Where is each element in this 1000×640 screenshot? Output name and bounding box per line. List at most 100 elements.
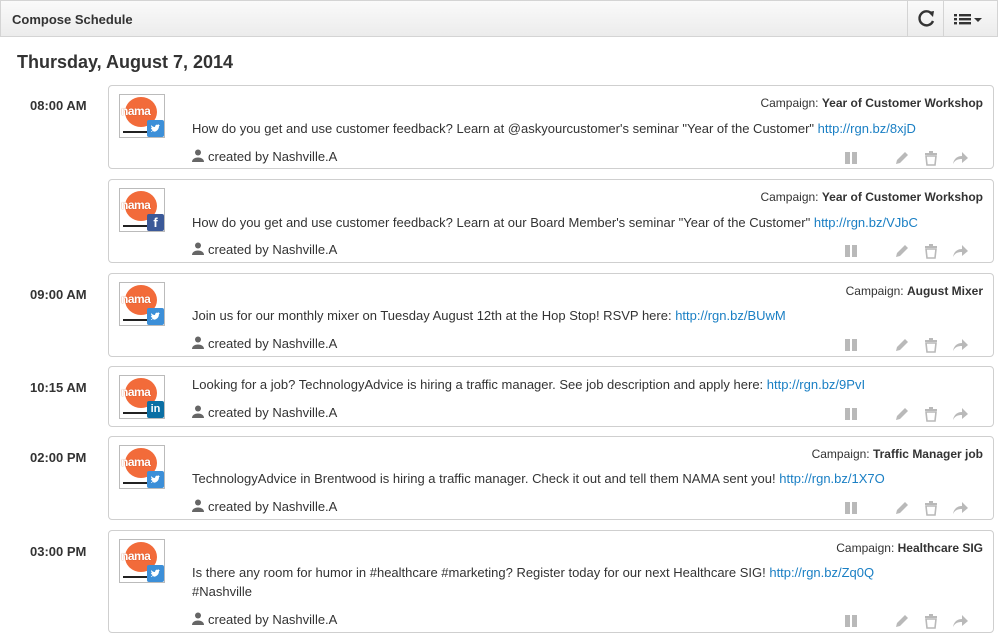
twitter-icon — [147, 120, 164, 137]
post-message: Join us for our monthly mixer on Tuesday… — [192, 308, 786, 323]
pause-icon[interactable] — [843, 499, 861, 517]
campaign-label: Campaign: Year of Customer Workshop — [760, 190, 983, 204]
person-icon — [192, 336, 204, 349]
pencil-icon[interactable] — [893, 149, 911, 167]
post-link[interactable]: http://rgn.bz/Zq0Q — [769, 565, 874, 580]
post-actions — [843, 612, 993, 632]
refresh-icon — [918, 10, 935, 27]
facebook-icon: f — [147, 214, 164, 231]
post-creator: created by Nashville.A — [192, 499, 337, 514]
post-creator: created by Nashville.A — [192, 336, 337, 351]
list-menu-icon — [954, 14, 971, 25]
post-link[interactable]: http://rgn.bz/8xjD — [818, 121, 916, 136]
pause-icon[interactable] — [843, 149, 861, 167]
trash-icon[interactable] — [922, 149, 940, 167]
campaign-label: Campaign: Healthcare SIG — [836, 541, 983, 555]
time-slot: 02:00 PM — [30, 450, 87, 465]
post-message: How do you get and use customer feedback… — [192, 215, 918, 230]
post-actions — [843, 405, 993, 425]
post-link[interactable]: http://rgn.bz/BUwM — [675, 308, 786, 323]
campaign-name: Traffic Manager job — [872, 447, 983, 461]
share-icon[interactable] — [951, 499, 969, 517]
campaign-label: Campaign: August Mixer — [845, 284, 983, 298]
trash-icon[interactable] — [922, 499, 940, 517]
time-slot: 08:00 AM — [30, 98, 87, 113]
trash-icon[interactable] — [922, 242, 940, 260]
post-message: How do you get and use customer feedback… — [192, 121, 916, 136]
caret-down-icon — [974, 18, 982, 22]
post-actions — [843, 499, 993, 519]
person-icon — [192, 149, 204, 162]
post-creator: created by Nashville.A — [192, 149, 337, 164]
account-avatar: nama f — [119, 188, 165, 232]
scheduled-post-card[interactable]: nama Campaign: Year of Customer Workshop… — [108, 85, 994, 169]
view-options-button[interactable] — [943, 1, 999, 37]
trash-icon[interactable] — [922, 612, 940, 630]
share-icon[interactable] — [951, 149, 969, 167]
avatar-logo-text: nama — [121, 455, 151, 469]
post-link[interactable]: http://rgn.bz/1X7O — [779, 471, 885, 486]
avatar-logo-text: nama — [121, 385, 151, 399]
trash-icon[interactable] — [922, 336, 940, 354]
post-link[interactable]: http://rgn.bz/9PvI — [767, 377, 865, 392]
scheduled-post-card[interactable]: nama in Looking for a job? TechnologyAdv… — [108, 366, 994, 427]
pencil-icon[interactable] — [893, 499, 911, 517]
linkedin-icon: in — [147, 401, 164, 418]
person-icon — [192, 405, 204, 418]
time-slot: 10:15 AM — [30, 380, 87, 395]
share-icon[interactable] — [951, 405, 969, 423]
post-actions — [843, 242, 993, 262]
twitter-icon — [147, 308, 164, 325]
pause-icon[interactable] — [843, 336, 861, 354]
pause-icon[interactable] — [843, 242, 861, 260]
share-icon[interactable] — [951, 242, 969, 260]
time-slot: 09:00 AM — [30, 287, 87, 302]
post-message: Looking for a job? TechnologyAdvice is h… — [192, 377, 866, 392]
account-avatar: nama — [119, 94, 165, 138]
campaign-name: Year of Customer Workshop — [821, 190, 983, 204]
campaign-name: Healthcare SIG — [897, 541, 983, 555]
avatar-logo-text: nama — [121, 104, 151, 118]
time-slot: 03:00 PM — [30, 544, 87, 559]
scheduled-post-card[interactable]: nama Campaign: Traffic Manager job Techn… — [108, 436, 994, 520]
share-icon[interactable] — [951, 612, 969, 630]
post-creator: created by Nashville.A — [192, 242, 337, 257]
pencil-icon[interactable] — [893, 242, 911, 260]
share-icon[interactable] — [951, 336, 969, 354]
person-icon — [192, 612, 204, 625]
account-avatar: nama in — [119, 375, 165, 419]
account-avatar: nama — [119, 282, 165, 326]
pause-icon[interactable] — [843, 612, 861, 630]
post-link[interactable]: http://rgn.bz/VJbC — [814, 215, 918, 230]
avatar-logo-text: nama — [121, 292, 151, 306]
account-avatar: nama — [119, 445, 165, 489]
post-message: TechnologyAdvice in Brentwood is hiring … — [192, 471, 885, 486]
campaign-label: Campaign: Year of Customer Workshop — [760, 96, 983, 110]
campaign-name: Year of Customer Workshop — [821, 96, 983, 110]
pencil-icon[interactable] — [893, 336, 911, 354]
post-actions — [843, 149, 993, 169]
avatar-logo-text: nama — [121, 198, 151, 212]
panel-header: Compose Schedule — [0, 0, 998, 37]
scheduled-post-card[interactable]: nama Campaign: August Mixer Join us for … — [108, 273, 994, 357]
pencil-icon[interactable] — [893, 612, 911, 630]
pencil-icon[interactable] — [893, 405, 911, 423]
campaign-name: August Mixer — [906, 284, 983, 298]
post-creator: created by Nashville.A — [192, 405, 337, 420]
trash-icon[interactable] — [922, 405, 940, 423]
campaign-label: Campaign: Traffic Manager job — [811, 447, 983, 461]
account-avatar: nama — [119, 539, 165, 583]
scheduled-post-card[interactable]: nama f Campaign: Year of Customer Worksh… — [108, 179, 994, 263]
scheduled-post-card[interactable]: nama Campaign: Healthcare SIG Is there a… — [108, 530, 994, 633]
post-message: Is there any room for humor in #healthca… — [192, 565, 875, 599]
post-actions — [843, 336, 993, 356]
avatar-logo-text: nama — [121, 549, 151, 563]
refresh-button[interactable] — [907, 1, 943, 37]
pause-icon[interactable] — [843, 405, 861, 423]
schedule-date-heading: Thursday, August 7, 2014 — [17, 52, 234, 72]
panel-title: Compose Schedule — [12, 12, 133, 27]
twitter-icon — [147, 471, 164, 488]
post-creator: created by Nashville.A — [192, 612, 337, 627]
person-icon — [192, 242, 204, 255]
person-icon — [192, 499, 204, 512]
